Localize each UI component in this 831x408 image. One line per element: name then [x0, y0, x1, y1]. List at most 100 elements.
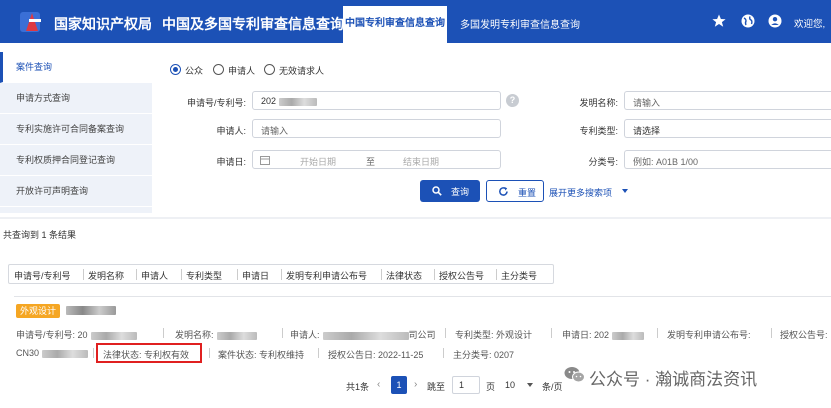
meta-divider: [282, 328, 283, 338]
class-no-placeholder: 例如: A01B 1/00: [633, 157, 699, 167]
patent-type-select[interactable]: 请选择: [624, 119, 831, 138]
result-invention-name: 发明名称:: [175, 328, 257, 341]
app-no-label: 申请号/专利号:: [186, 98, 246, 108]
result-app-date: 申请日: 202: [562, 328, 645, 341]
radio-applicant[interactable]: [213, 64, 224, 75]
refresh-icon: [499, 187, 508, 196]
applicant-placeholder: 请输入: [261, 126, 289, 136]
redacted-block: [612, 331, 645, 340]
result-patent-type: 专利类型: 外观设计: [455, 330, 533, 340]
sort-col-grant-no[interactable]: 授权公告号: [439, 269, 484, 282]
sort-bar: 申请号/专利号 发明名称 申请人 专利类型 申请日 发明专利申请公布号 法律状态…: [8, 264, 554, 284]
cnipa-logo-icon: [20, 12, 41, 32]
meta-divider: [163, 328, 164, 338]
redacted-block: [90, 331, 137, 340]
radio-public-label: 公众: [185, 66, 204, 76]
goto-page-input[interactable]: 1: [452, 376, 480, 394]
result-app-no: 申请号/专利号: 20: [16, 328, 137, 341]
sort-divider: [237, 269, 238, 280]
tab-china-patent-query[interactable]: 中国专利审查信息查询: [343, 6, 447, 43]
pagination-total: 共1条: [346, 382, 370, 392]
meta-divider: [93, 348, 94, 358]
legal-status-highlight-box: [96, 343, 202, 363]
sidebar-item-case-query[interactable]: 案件查询: [0, 52, 152, 83]
sort-divider: [496, 269, 497, 280]
org-name: 国家知识产权局: [54, 16, 152, 32]
sort-col-applicant[interactable]: 申请人: [141, 269, 168, 282]
globe-icon[interactable]: [740, 13, 756, 29]
next-page-icon[interactable]: ›: [414, 379, 417, 390]
sidebar: 案件查询 申请方式查询 专利实施许可合同备案查询 专利权质押合同登记查询 开放许…: [0, 52, 152, 213]
meta-divider: [445, 328, 446, 338]
result-title-redacted[interactable]: [66, 306, 116, 315]
sidebar-item-open-license[interactable]: 开放许可声明查询: [0, 176, 152, 207]
page-size-select[interactable]: 10: [505, 380, 515, 390]
sort-divider: [281, 269, 282, 280]
expand-more-options-link[interactable]: 展开更多搜索项: [549, 186, 612, 199]
goto-label: 跳至: [427, 382, 446, 392]
reset-button[interactable]: 重置: [486, 180, 544, 202]
redacted-block: [42, 349, 89, 358]
result-case-status: 案件状态: 专利权维持: [218, 350, 305, 360]
invention-name-placeholder: 请输入: [633, 98, 661, 108]
meta-divider: [443, 348, 444, 358]
date-end-placeholder: 结束日期: [403, 157, 440, 167]
invention-name-field[interactable]: 请输入: [624, 91, 831, 110]
sidebar-item-application-method[interactable]: 申请方式查询: [0, 83, 152, 114]
search-button[interactable]: 查询: [420, 180, 480, 202]
meta-divider: [318, 348, 319, 358]
result-grant-code: CN30: [16, 348, 89, 358]
sidebar-item-pledge-contract[interactable]: 专利权质押合同登记查询: [0, 145, 152, 176]
system-title: 中国及多国专利审查信息查询: [162, 16, 344, 32]
date-range-field[interactable]: 开始日期 至 结束日期: [252, 150, 501, 169]
result-pub-no: 发明专利申请公布号:: [667, 330, 751, 340]
chevron-down-icon[interactable]: [622, 189, 628, 193]
radio-invalidation-requester[interactable]: [264, 64, 275, 75]
section-divider: [0, 217, 831, 219]
result-applicant: 申请人: 司公司: [290, 330, 436, 340]
result-grant-no: 授权公告号:: [780, 330, 828, 340]
sort-col-main-class[interactable]: 主分类号: [501, 269, 537, 282]
sort-divider: [381, 269, 382, 280]
patent-type-label: 专利类型:: [579, 126, 618, 136]
search-button-label: 查询: [451, 187, 470, 197]
user-icon[interactable]: [767, 13, 783, 29]
watermark-text: 公众号 · 瀚诚商法资讯: [589, 370, 758, 389]
star-icon[interactable]: [711, 13, 727, 29]
invention-name-label: 发明名称:: [579, 98, 618, 108]
sort-col-pub-no[interactable]: 发明专利申请公布号: [286, 269, 367, 282]
result-main-class: 主分类号: 0207: [453, 350, 515, 360]
search-icon: [432, 186, 442, 196]
sort-col-legal-status[interactable]: 法律状态: [386, 269, 422, 282]
page-number-current[interactable]: 1: [391, 376, 407, 394]
help-icon[interactable]: ?: [506, 94, 519, 107]
app-no-field[interactable]: 202: [252, 91, 501, 110]
radio-applicant-label: 申请人: [228, 66, 256, 76]
welcome-text: 欢迎您,: [794, 19, 826, 30]
wechat-icon: [564, 367, 585, 383]
patent-type-badge: 外观设计: [16, 304, 60, 318]
sort-col-app-no[interactable]: 申请号/专利号: [14, 269, 71, 282]
meta-divider: [771, 328, 772, 338]
page-size-unit: 条/页: [542, 382, 563, 392]
radio-public[interactable]: [170, 64, 181, 75]
prev-page-icon[interactable]: ‹: [377, 379, 380, 390]
chevron-down-icon[interactable]: [527, 383, 533, 387]
redacted-block: [279, 97, 318, 106]
class-no-label: 分类号:: [588, 157, 618, 167]
tab-multinational-patent-query[interactable]: 多国发明专利审查信息查询: [460, 16, 580, 31]
sort-col-invention-name[interactable]: 发明名称: [88, 269, 124, 282]
page-unit-label: 页: [486, 382, 496, 392]
app-no-value: 202: [261, 96, 318, 106]
sidebar-item-license-contract[interactable]: 专利实施许可合同备案查询: [0, 114, 152, 145]
sort-divider: [434, 269, 435, 280]
applicant-label: 申请人:: [216, 126, 246, 136]
meta-divider: [209, 348, 210, 358]
patent-type-placeholder: 请选择: [633, 126, 661, 136]
class-no-field[interactable]: 例如: A01B 1/00: [624, 150, 831, 169]
sort-col-app-date[interactable]: 申请日: [242, 269, 269, 282]
reset-button-label: 重置: [518, 188, 537, 198]
redacted-block: [322, 331, 409, 340]
applicant-field[interactable]: 请输入: [252, 119, 501, 138]
sort-col-patent-type[interactable]: 专利类型: [186, 269, 222, 282]
